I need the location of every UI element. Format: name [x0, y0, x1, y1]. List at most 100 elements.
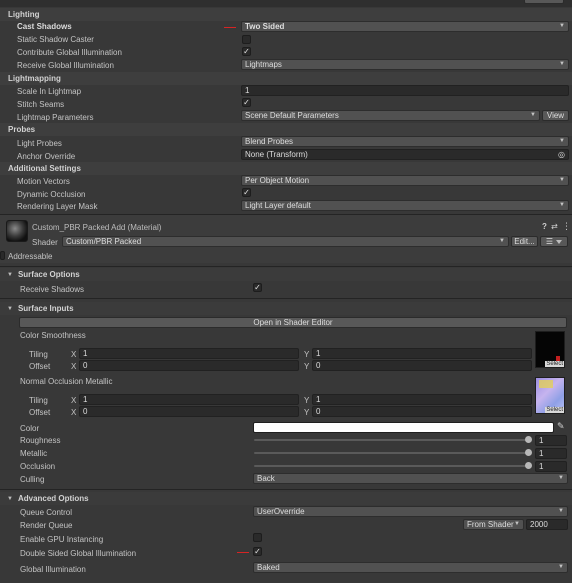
dynamic-occlusion-checkbox[interactable]: ✓: [242, 188, 251, 197]
queue-control-value: UserOverride: [257, 507, 305, 516]
render-queue-source-dropdown[interactable]: From Shader ▼: [463, 519, 524, 530]
check-icon: ✓: [243, 188, 250, 197]
chevron-down-icon: ▼: [7, 271, 13, 278]
cs-offset-x-field[interactable]: 0: [79, 360, 299, 371]
culling-dropdown[interactable]: Back ▼: [253, 473, 568, 484]
chevron-down-icon: ▼: [7, 495, 13, 502]
chevron-down-icon: ▼: [559, 138, 565, 144]
queue-control-dropdown[interactable]: UserOverride ▼: [253, 506, 568, 517]
cs-offset-y-field[interactable]: 0: [312, 360, 532, 371]
receive-gi-dropdown[interactable]: Lightmaps ▼: [241, 59, 569, 70]
top-strip: [0, 0, 572, 7]
select-label[interactable]: Select: [545, 407, 564, 413]
scale-in-lightmap-field[interactable]: 1: [241, 85, 569, 96]
lighting-title: Lighting: [8, 10, 40, 19]
preset-icon[interactable]: ⇄: [551, 222, 558, 231]
no-offset-x-field[interactable]: 0: [79, 406, 299, 417]
probes-header[interactable]: Probes: [0, 123, 572, 136]
light-probes-dropdown[interactable]: Blend Probes ▼: [241, 136, 569, 147]
divider: [0, 298, 572, 299]
no-offset-y-field[interactable]: 0: [312, 406, 532, 417]
color-swatch[interactable]: [253, 422, 554, 433]
cast-shadows-label: Cast Shadows: [17, 22, 72, 31]
roughness-slider-thumb[interactable]: [525, 436, 532, 443]
normal-occlusion-texture[interactable]: Select: [535, 377, 565, 414]
no-tiling-y-label: Y: [304, 396, 310, 405]
additional-settings-header[interactable]: Additional Settings: [0, 162, 572, 175]
light-probes-value: Blend Probes: [245, 137, 294, 146]
anchor-override-label: Anchor Override: [17, 152, 76, 161]
lightmapping-header[interactable]: Lightmapping: [0, 72, 572, 85]
metallic-field[interactable]: 1: [535, 448, 567, 459]
anchor-override-value: None (Transform): [245, 150, 308, 159]
shader-label: Shader: [32, 238, 58, 247]
select-label[interactable]: Select: [545, 361, 564, 367]
addressable-checkbox[interactable]: [0, 251, 5, 260]
chevron-down-icon: ▼: [558, 508, 564, 514]
lightmap-params-dropdown[interactable]: Scene Default Parameters ▼: [241, 110, 540, 121]
chevron-down-icon: ▼: [514, 521, 520, 527]
global-illumination-label: Global Illumination: [20, 565, 86, 574]
roughness-label: Roughness: [20, 436, 61, 445]
no-tiling-x-field[interactable]: 1: [79, 394, 299, 405]
view-button[interactable]: View: [542, 110, 569, 121]
cast-shadows-dropdown[interactable]: Two Sided ▼: [241, 21, 569, 32]
cs-tiling-x-value: 1: [83, 349, 88, 358]
occlusion-field[interactable]: 1: [535, 461, 567, 472]
motion-vectors-dropdown[interactable]: Per Object Motion ▼: [241, 175, 569, 186]
metallic-label: Metallic: [20, 449, 48, 458]
global-illumination-value: Baked: [257, 563, 280, 572]
render-queue-field[interactable]: 2000: [526, 519, 568, 530]
help-icon[interactable]: ?: [542, 222, 547, 231]
target-icon[interactable]: ◎: [558, 150, 565, 159]
occlusion-slider-thumb[interactable]: [525, 462, 532, 469]
metallic-slider-thumb[interactable]: [525, 449, 532, 456]
gpu-instancing-checkbox[interactable]: [253, 533, 262, 542]
global-illumination-dropdown[interactable]: Baked ▼: [253, 562, 568, 573]
more-menu-icon[interactable]: ⋮: [562, 221, 571, 232]
cs-tiling-x-field[interactable]: 1: [79, 348, 299, 359]
cs-tiling-y-value: 1: [316, 349, 321, 358]
roughness-field[interactable]: 1: [535, 435, 567, 446]
top-button[interactable]: [524, 0, 564, 4]
advanced-options-header[interactable]: ▼ Advanced Options: [0, 492, 572, 505]
rendering-layer-mask-dropdown[interactable]: Light Layer default ▼: [241, 200, 569, 211]
check-icon: ✓: [243, 98, 250, 107]
anchor-override-field[interactable]: None (Transform) ◎: [241, 149, 569, 160]
roughness-slider[interactable]: [254, 439, 530, 441]
edit-shader-button[interactable]: Edit...: [511, 236, 538, 247]
no-tiling-y-field[interactable]: 1: [312, 394, 532, 405]
receive-shadows-checkbox[interactable]: ✓: [253, 283, 262, 292]
lighting-header[interactable]: Lighting: [0, 8, 572, 21]
color-smoothness-texture[interactable]: Select: [535, 331, 565, 368]
stitch-seams-checkbox[interactable]: ✓: [242, 98, 251, 107]
cs-tiling-y-field[interactable]: 1: [312, 348, 532, 359]
chevron-down-icon: ▼: [559, 61, 565, 67]
receive-shadows-label: Receive Shadows: [20, 285, 85, 294]
static-shadow-caster-checkbox[interactable]: [242, 35, 251, 44]
cast-shadows-value: Two Sided: [245, 22, 285, 31]
contribute-gi-checkbox[interactable]: ✓: [242, 47, 251, 56]
open-shader-editor-button[interactable]: Open in Shader Editor: [19, 317, 567, 328]
light-probes-label: Light Probes: [17, 139, 62, 148]
cs-tiling-label: Tiling: [29, 350, 48, 359]
eyedropper-icon[interactable]: ✎: [557, 421, 565, 432]
double-sided-gi-checkbox[interactable]: ✓: [253, 547, 262, 556]
no-offset-y-value: 0: [316, 407, 321, 416]
cs-tiling-x-label: X: [71, 350, 77, 359]
no-tiling-x-label: X: [71, 396, 77, 405]
surface-options-header[interactable]: ▼ Surface Options: [0, 268, 572, 281]
no-tiling-x-value: 1: [83, 395, 88, 404]
chevron-down-icon: ▼: [559, 202, 565, 208]
shader-dropdown[interactable]: Custom/PBR Packed ▼: [62, 236, 509, 247]
rendering-layer-mask-value: Light Layer default: [245, 201, 311, 210]
metallic-slider[interactable]: [254, 452, 530, 454]
no-offset-x-label: X: [71, 408, 77, 417]
probes-title: Probes: [8, 125, 36, 134]
shader-menu-button[interactable]: ☰: [540, 236, 568, 247]
edit-shader-label: Edit...: [514, 237, 535, 246]
occlusion-slider[interactable]: [254, 465, 530, 467]
lightmapping-title: Lightmapping: [8, 74, 61, 83]
surface-inputs-header[interactable]: ▼ Surface Inputs: [0, 302, 572, 315]
stitch-seams-label: Stitch Seams: [17, 100, 65, 109]
